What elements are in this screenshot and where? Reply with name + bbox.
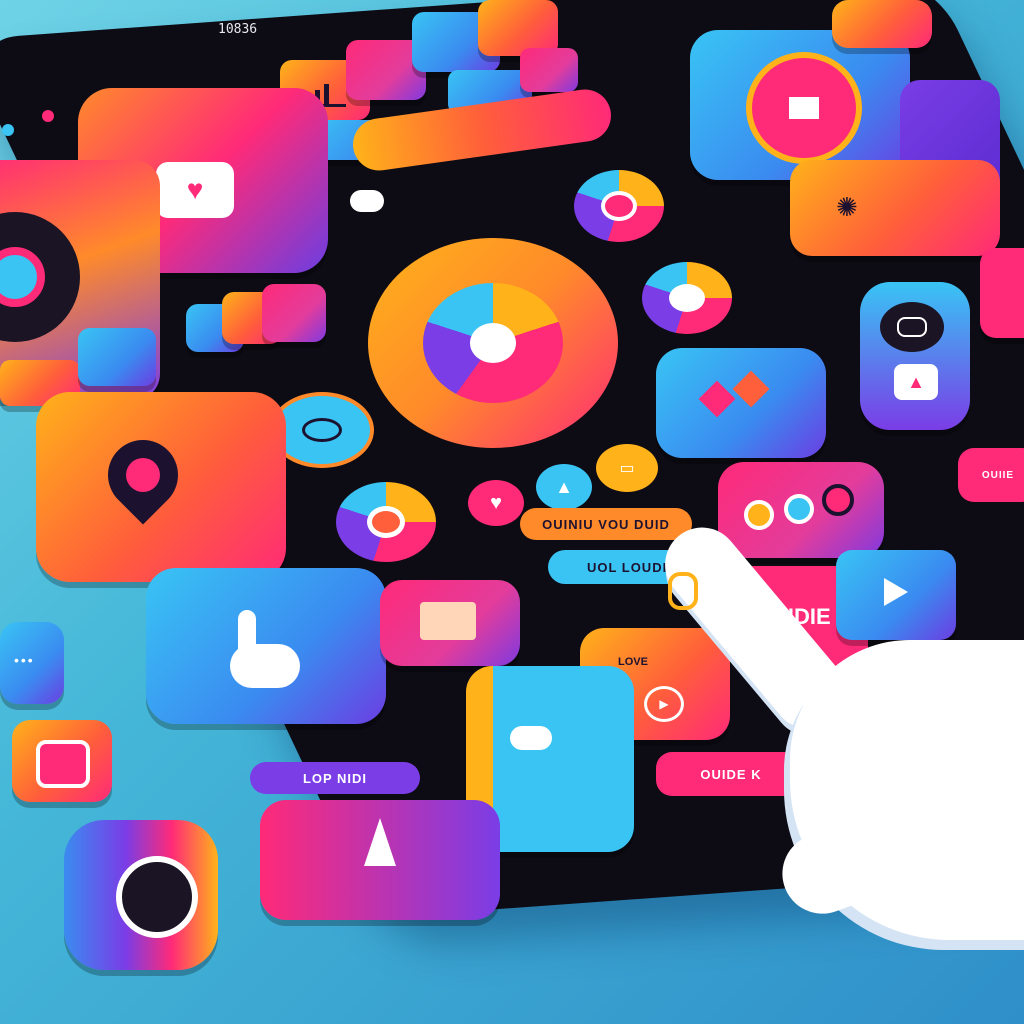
- record-ring-icon: [116, 856, 198, 938]
- cloud-icon: [510, 726, 552, 750]
- pointer-hand-icon: [220, 610, 300, 690]
- location-pin-icon: [93, 425, 193, 525]
- dots-tile[interactable]: •••: [0, 622, 64, 704]
- chat-alert-tile[interactable]: ▲: [860, 282, 970, 430]
- lower-small-dial[interactable]: [336, 482, 436, 562]
- heart-icon: ♥: [490, 491, 502, 514]
- toggle-group-tile[interactable]: [718, 462, 884, 558]
- toggle-dot-2[interactable]: [784, 494, 814, 524]
- dots-icon: •••: [14, 652, 35, 668]
- mini-tile-3[interactable]: [262, 284, 326, 342]
- square-camera-icon: [36, 740, 90, 788]
- chat-icon: ▭: [619, 460, 635, 477]
- top-small-dial[interactable]: [574, 170, 664, 242]
- purple-pill[interactable]: LOP NIDI: [250, 762, 420, 794]
- toggle-dot-3[interactable]: [822, 484, 854, 516]
- bell-icon: ▲: [555, 476, 573, 497]
- side-tile-pink[interactable]: [980, 248, 1024, 338]
- gem-tile[interactable]: [520, 48, 578, 92]
- record-icon: [0, 212, 80, 342]
- orange-pill[interactable]: OUINIU VOU DUID: [520, 508, 692, 540]
- camera-tile[interactable]: [690, 30, 910, 180]
- small-tile-blue[interactable]: [78, 328, 156, 386]
- pointer-tile[interactable]: [146, 568, 386, 724]
- eye-icon: [302, 418, 342, 442]
- alert-icon: ▲: [894, 364, 938, 400]
- settings-icon: ✺: [836, 192, 858, 222]
- toggle-dot-1[interactable]: [744, 500, 774, 530]
- right-pill[interactable]: OUIIE: [958, 448, 1024, 502]
- cursor-tile[interactable]: [260, 800, 500, 920]
- status-time: 10836: [218, 22, 258, 37]
- pointing-hand: [640, 512, 1024, 980]
- heart-bubble-icon: ♥: [156, 162, 234, 218]
- location-tile[interactable]: [36, 392, 286, 582]
- side-tile-orange[interactable]: [832, 0, 932, 48]
- stacked-record-tile[interactable]: [64, 820, 218, 970]
- status-dot-blue: [2, 124, 14, 136]
- dial-center-button[interactable]: [470, 323, 516, 363]
- mail-icon: [420, 602, 476, 640]
- settings-tile[interactable]: ✺: [790, 160, 1000, 256]
- chat-bubble-icon: [880, 302, 944, 352]
- bell-button[interactable]: ▲: [536, 464, 592, 510]
- status-dot-red: [42, 110, 54, 122]
- cursor-arrow-icon: [364, 818, 396, 866]
- like-button[interactable]: ♥: [468, 480, 524, 526]
- slider-handle[interactable]: [350, 190, 384, 212]
- mail-tile[interactable]: [380, 580, 520, 666]
- diamonds-tile[interactable]: [656, 348, 826, 458]
- camera-icon: [746, 52, 862, 164]
- main-dial[interactable]: [368, 238, 618, 448]
- diamond-shapes-icon: [698, 370, 774, 426]
- chat-button[interactable]: ▭: [596, 444, 658, 492]
- instagram-tile[interactable]: [12, 720, 112, 802]
- mid-small-dial[interactable]: [642, 262, 732, 334]
